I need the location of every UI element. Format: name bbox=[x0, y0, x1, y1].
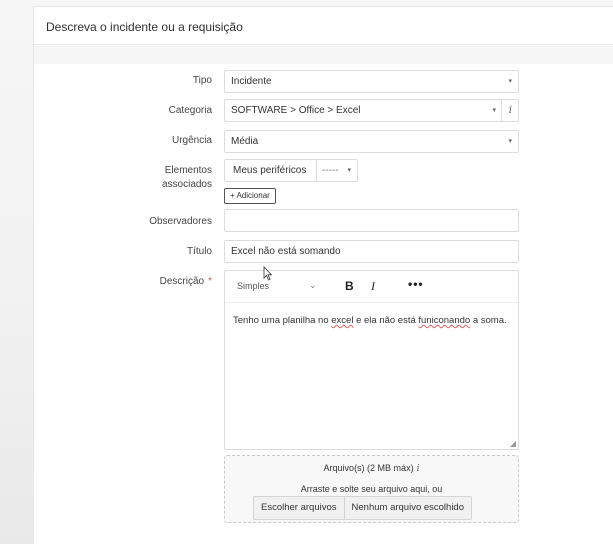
resize-handle-icon[interactable]: ◢ bbox=[510, 439, 516, 448]
field-divider bbox=[501, 100, 502, 121]
info-icon[interactable]: i bbox=[417, 464, 420, 474]
file-status: Nenhum arquivo escolhido bbox=[351, 502, 464, 513]
chevron-down-icon: ▾ bbox=[508, 78, 512, 85]
editor-text-misspelled: excel bbox=[331, 315, 354, 326]
elementos-select-group: Meus periféricos ----- ▾ bbox=[224, 159, 358, 182]
upload-subtitle: Arraste e solte seu arquivo aqui, ou bbox=[300, 484, 443, 494]
elementos-label-line1: Elementos bbox=[164, 165, 212, 176]
item-select[interactable]: ----- bbox=[322, 160, 339, 181]
chevron-down-icon: ▾ bbox=[492, 107, 496, 114]
bold-button[interactable]: B bbox=[345, 279, 354, 293]
peripherals-select[interactable]: Meus periféricos bbox=[233, 160, 306, 181]
observadores-input[interactable] bbox=[224, 209, 519, 232]
add-button-label: Adicionar bbox=[236, 191, 270, 200]
incident-form-card: Descreva o incidente ou a requisição Tip… bbox=[33, 6, 613, 544]
urgencia-value: Média bbox=[231, 136, 259, 147]
add-button[interactable]: + Adicionar bbox=[224, 188, 276, 204]
descricao-label-text: Descrição bbox=[159, 276, 205, 287]
plus-icon: + bbox=[230, 191, 235, 200]
style-select[interactable]: Simples bbox=[237, 281, 269, 291]
field-divider bbox=[316, 160, 317, 181]
observadores-label: Observadores bbox=[149, 216, 212, 227]
required-mark: * bbox=[208, 276, 212, 287]
urgencia-label: Urgência bbox=[171, 135, 212, 146]
tipo-select[interactable]: Incidente ▾ bbox=[224, 70, 519, 93]
titulo-input[interactable]: Excel não está somando bbox=[224, 240, 519, 263]
editor-content[interactable]: Tenho uma planilha no excel e ela não es… bbox=[233, 314, 508, 327]
file-input[interactable]: Escolher arquivos Nenhum arquivo escolhi… bbox=[253, 496, 472, 520]
categoria-value: SOFTWARE > Office > Excel bbox=[231, 105, 361, 116]
tipo-value: Incidente bbox=[231, 76, 272, 87]
chevron-down-icon[interactable]: ⌄ bbox=[309, 280, 317, 291]
categoria-select[interactable]: SOFTWARE > Office > Excel ▾ i bbox=[224, 99, 519, 122]
descricao-label: Descrição * bbox=[92, 275, 212, 289]
titulo-label: Título bbox=[186, 246, 212, 257]
choose-files-button[interactable]: Escolher arquivos bbox=[254, 497, 345, 519]
mouse-cursor-icon bbox=[263, 266, 273, 281]
tipo-label: Tipo bbox=[192, 75, 212, 86]
italic-button[interactable]: I bbox=[371, 279, 375, 294]
editor-text-segment: Tenho uma planilha no bbox=[233, 315, 332, 326]
upload-title: Arquivo(s) (2 MB máx) i bbox=[225, 463, 518, 474]
editor-text-segment: e ela não está bbox=[353, 315, 419, 326]
file-dropzone[interactable]: Arquivo(s) (2 MB máx) i Arraste e solte s… bbox=[224, 455, 519, 523]
info-icon[interactable]: i bbox=[509, 100, 512, 121]
upload-title-text: Arquivo(s) (2 MB máx) bbox=[323, 463, 414, 473]
elementos-label: Elementos associados bbox=[92, 164, 212, 192]
card-title: Descreva o incidente ou a requisição bbox=[46, 20, 243, 34]
elementos-label-line2: associados bbox=[161, 179, 212, 190]
more-options-button[interactable]: ••• bbox=[408, 277, 424, 291]
chevron-down-icon: ▾ bbox=[508, 138, 512, 145]
description-editor[interactable]: Simples ⌄ B I ••• Tenho uma planilha no … bbox=[224, 270, 519, 450]
card-header: Descreva o incidente ou a requisição bbox=[34, 7, 613, 45]
editor-text-misspelled: funiconando bbox=[418, 315, 471, 326]
categoria-label: Categoria bbox=[168, 105, 212, 116]
header-band bbox=[34, 46, 613, 64]
editor-text-segment: a soma. bbox=[470, 315, 507, 326]
urgencia-select[interactable]: Média ▾ bbox=[224, 130, 519, 153]
chevron-down-icon: ▾ bbox=[347, 167, 351, 174]
